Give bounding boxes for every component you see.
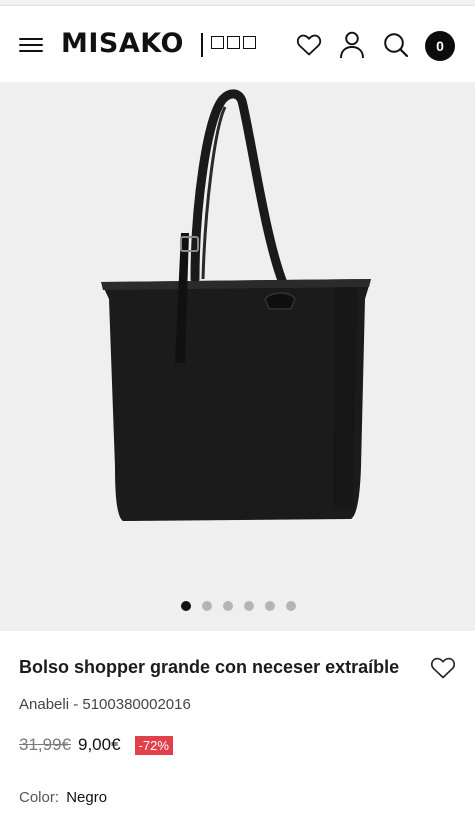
cart-count-badge[interactable]: 0 xyxy=(425,31,455,61)
flag-box xyxy=(227,36,240,49)
brand-logo[interactable]: MISAKO xyxy=(61,26,184,62)
gallery-dot[interactable] xyxy=(223,601,233,611)
gallery-pagination xyxy=(0,601,475,611)
product-reference: Anabeli - 5100380002016 xyxy=(19,696,191,713)
gallery-dot[interactable] xyxy=(265,601,275,611)
product-image-gallery[interactable] xyxy=(0,82,475,631)
gallery-dot[interactable] xyxy=(181,601,191,611)
menu-icon[interactable] xyxy=(19,38,43,53)
product-photo-tote-bag xyxy=(101,89,371,521)
discount-badge: -72% xyxy=(134,735,173,755)
color-label: Color: xyxy=(19,789,60,806)
heart-icon[interactable] xyxy=(294,30,324,60)
menu-icon-bar xyxy=(19,50,43,53)
flag-box xyxy=(243,36,256,49)
old-price: 31,99€ xyxy=(19,735,71,754)
search-icon[interactable] xyxy=(381,30,411,60)
gallery-dot[interactable] xyxy=(244,601,254,611)
current-price: 9,00€ xyxy=(78,735,121,754)
gallery-dot[interactable] xyxy=(286,601,296,611)
language-flags-icon[interactable] xyxy=(211,36,256,49)
color-selector: Color: Negro xyxy=(19,788,107,808)
product-title: Bolso shopper grande con neceser extraíb… xyxy=(19,657,400,677)
wishlist-heart-icon[interactable] xyxy=(430,656,456,680)
logo-divider xyxy=(201,33,203,57)
site-header: MISAKO 0 xyxy=(0,6,475,82)
color-value: Negro xyxy=(66,789,108,806)
flag-box xyxy=(211,36,224,49)
user-icon[interactable] xyxy=(337,30,367,60)
menu-icon-bar xyxy=(19,38,43,41)
menu-icon-bar xyxy=(19,44,43,47)
gallery-dot[interactable] xyxy=(202,601,212,611)
price-row: 31,99€ 9,00€ -72% xyxy=(19,733,173,757)
